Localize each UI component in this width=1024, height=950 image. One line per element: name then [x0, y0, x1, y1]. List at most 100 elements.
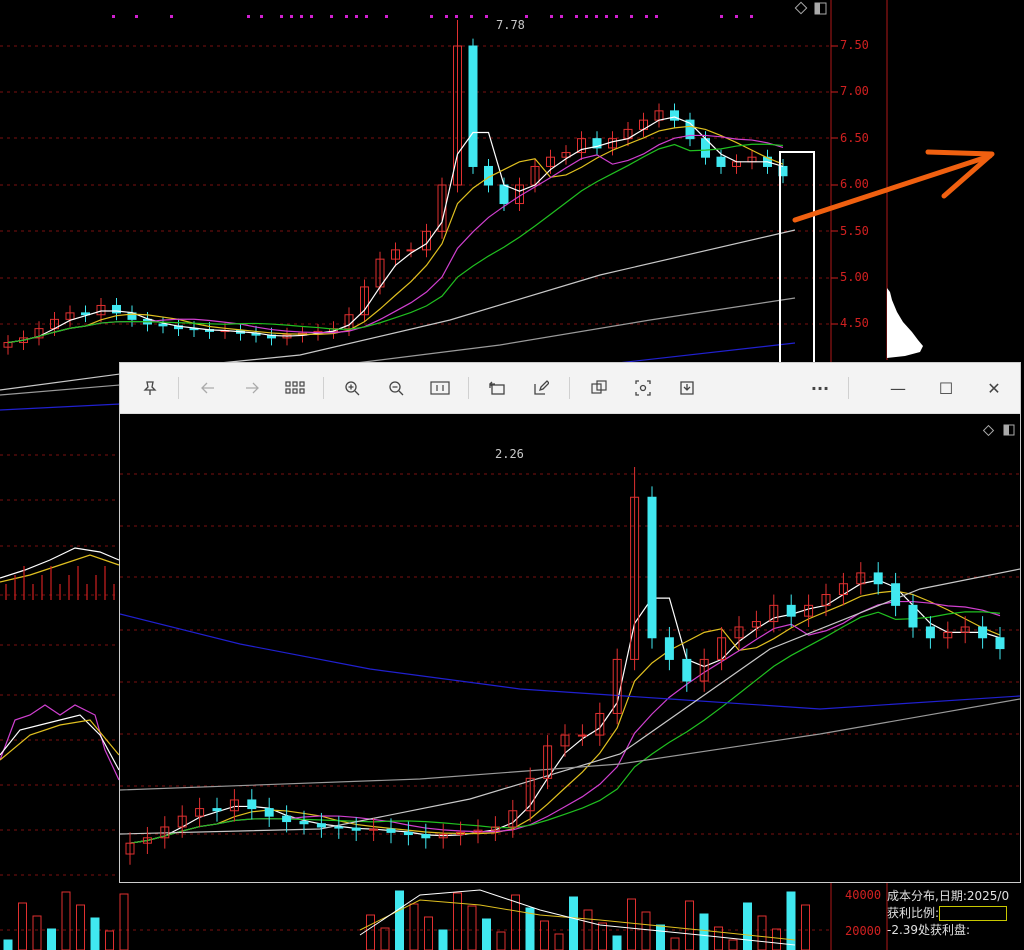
price-candle [716, 156, 726, 167]
volume-bar [496, 931, 506, 950]
signal-dot [470, 15, 473, 18]
zoom-candle [978, 626, 988, 639]
signal-dot [355, 15, 358, 18]
signal-dot [365, 15, 368, 18]
diamond-icon[interactable] [794, 1, 808, 15]
signal-dot [615, 15, 618, 18]
ma5-line [129, 579, 1001, 844]
signal-dot [445, 15, 448, 18]
zoom-candle [247, 799, 257, 810]
signal-dot [720, 15, 723, 18]
ma5-line [7, 116, 784, 344]
volume-bar [3, 939, 13, 950]
signal-dot [112, 15, 115, 18]
signal-dot [260, 15, 263, 18]
volume-bar [786, 891, 796, 950]
signal-dot [330, 15, 333, 18]
signal-dot [645, 15, 648, 18]
volume-bar [627, 898, 636, 950]
signal-dot [525, 15, 528, 18]
signal-dot [300, 15, 303, 18]
zoom-candle [647, 496, 657, 639]
price-tick: 6.50 [840, 131, 869, 145]
signal-dot [575, 15, 578, 18]
zoom-candle [212, 808, 222, 812]
ma90-line [120, 698, 1020, 791]
info-line: -2.39处获利盘: [887, 923, 971, 937]
volume-bar [641, 911, 651, 950]
zoom-in-icon[interactable] [338, 375, 366, 401]
signal-dot [585, 15, 588, 18]
volume-bar [728, 939, 738, 950]
zoom-candle [664, 637, 674, 660]
viewer-toolbar: ··· — ☐ ✕ [120, 363, 1020, 414]
minimize-button[interactable]: — [884, 375, 912, 401]
volume-bar [438, 929, 448, 950]
price-tick: 7.50 [840, 38, 869, 52]
price-tick: 5.50 [840, 224, 869, 238]
save-icon[interactable] [673, 375, 701, 401]
zoom-candle [316, 823, 326, 828]
visual-search-icon[interactable] [585, 375, 613, 401]
signal-dot [290, 15, 293, 18]
rotate-icon[interactable] [483, 375, 511, 401]
signal-dot [630, 15, 633, 18]
zoom-candle [995, 637, 1005, 650]
volume-bar [612, 935, 622, 950]
volume-bar [61, 891, 71, 950]
pin-icon[interactable] [136, 375, 164, 401]
volume-bar [656, 924, 665, 950]
zoom-candle [351, 827, 361, 831]
info-line: 获利比例: [887, 905, 1024, 922]
arrow-right-icon[interactable] [238, 375, 266, 401]
volume-bar [569, 896, 578, 950]
volume-bar [670, 937, 680, 950]
volume-bar [467, 905, 477, 950]
edit-icon[interactable] [527, 375, 555, 401]
zoom-candle [334, 826, 344, 829]
price-tick: 7.00 [840, 84, 869, 98]
volume-bar [598, 922, 607, 950]
rsi-line-2 [0, 714, 120, 771]
volume-bar [366, 914, 375, 950]
signal-dot [485, 15, 488, 18]
volume-bar [409, 903, 419, 950]
zoom-out-icon[interactable] [382, 375, 410, 401]
zoom-candle [908, 604, 918, 628]
signal-dot [170, 15, 173, 18]
zoom-candle [282, 815, 292, 823]
signal-dot [550, 15, 553, 18]
arrow-left-icon[interactable] [194, 375, 222, 401]
signal-dot [430, 15, 433, 18]
ma10-line [7, 125, 784, 344]
cost-distribution-shape [887, 288, 923, 358]
more-options-button[interactable]: ··· [806, 375, 834, 401]
gallery-icon[interactable] [281, 375, 309, 401]
price-candle [468, 45, 478, 167]
zoom-candle [386, 828, 396, 833]
volume-tick: 40000 [845, 888, 882, 902]
volume-bar [76, 904, 85, 950]
signal-dot [247, 15, 250, 18]
peak-price-label: 7.78 [496, 18, 525, 32]
volume-bar [685, 900, 694, 950]
price-tick: 4.50 [840, 316, 869, 330]
volume-bar [801, 904, 810, 950]
zoom-candle [264, 808, 274, 817]
volume-bar [482, 918, 491, 950]
cost-distribution-info: 成本分布,日期:2025/0 获利比例: -2.39处获利盘: [887, 888, 1024, 950]
crop-icon[interactable] [629, 375, 657, 401]
volume-bar [32, 915, 42, 950]
orange-arrow [792, 149, 995, 223]
zoom-candle [403, 831, 413, 836]
maximize-button[interactable]: ☐ [932, 375, 960, 401]
rsi-line-3 [0, 719, 120, 761]
signal-dot [750, 15, 753, 18]
zoom-peak-label: 2.26 [495, 447, 524, 461]
close-button[interactable]: ✕ [980, 375, 1008, 401]
zoom-candle [577, 734, 587, 737]
zoomed-stock-chart [120, 424, 1020, 865]
actual-size-icon[interactable] [426, 375, 454, 401]
signal-dot [735, 15, 738, 18]
kdj-d-line [0, 554, 120, 583]
